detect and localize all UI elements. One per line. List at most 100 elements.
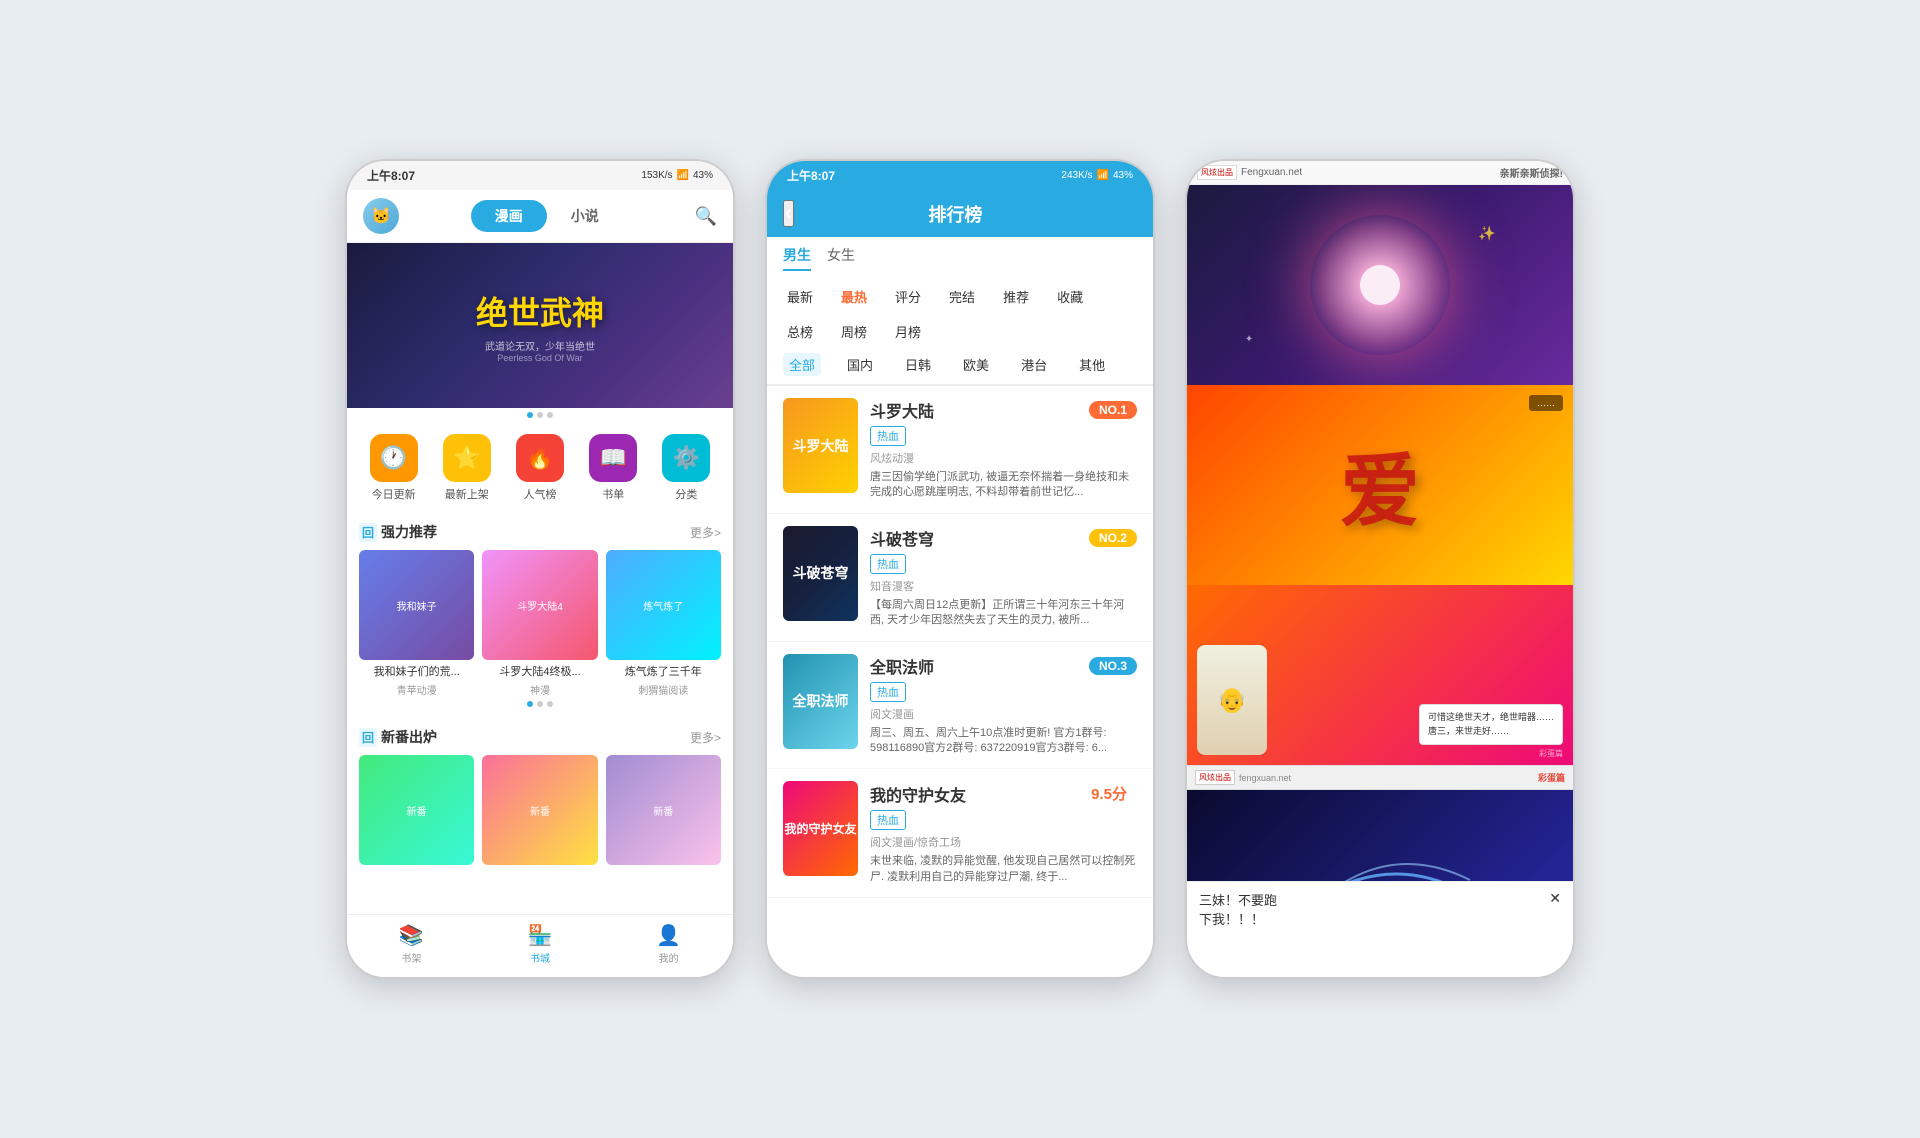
profile-label: 我的 xyxy=(659,950,679,965)
manga-card-1[interactable]: 我和妹子 我和妹子们的荒... 青苹动漫 xyxy=(359,550,474,697)
filter-collect[interactable]: 收藏 xyxy=(1053,285,1087,308)
manga-cover-6: 新番 xyxy=(606,755,721,865)
manga-cover-4: 新番 xyxy=(359,755,474,865)
phone-3: 风炫出品 Fengxuan.net 亲斯亲斯侦探! ✨ ✦ 爱 …… 👴 xyxy=(1185,159,1575,979)
rank-name-1: 斗罗大陆 xyxy=(870,398,934,422)
nav-shelf[interactable]: 📚 书架 xyxy=(399,923,424,965)
filter-month[interactable]: 月榜 xyxy=(891,320,925,343)
filter-total[interactable]: 总榜 xyxy=(783,320,817,343)
chapter-info-top: 亲斯亲斯侦探! xyxy=(1500,165,1563,180)
rdot-2 xyxy=(537,701,543,707)
new-title: 新番出炉 xyxy=(359,727,437,747)
recommend-dots xyxy=(359,697,721,711)
nav-store[interactable]: 🏪 书城 xyxy=(528,923,553,965)
banner-sub: 武道论无双，少年当绝世 Peerless God Of War xyxy=(485,338,595,363)
sparkle-1: ✨ xyxy=(1478,225,1495,242)
region-domestic[interactable]: 国内 xyxy=(841,353,879,376)
rank-cover-1: 斗罗大陆 xyxy=(783,398,858,493)
manga-cover-5: 新番 xyxy=(482,755,597,865)
rank-info-4: 我的守护女友 9.5分 热血 阅文漫画/惊奇工场 末世来临, 凌默的异能觉醒, … xyxy=(870,781,1137,885)
status-bar-2: 上午8:07 243K/s 📶 43% xyxy=(767,161,1153,190)
dot-1 xyxy=(527,412,533,418)
watermark-mid: 风炫出品 fengxuan.net 彩蛋篇 xyxy=(1187,765,1573,790)
rank-info-3: 全职法师 NO.3 热血 阅文漫画 周三、周五、周六上午10点准时更新! 官方1… xyxy=(870,654,1137,757)
sparkle-2: ✦ xyxy=(1245,334,1253,345)
rank-info-1: 斗罗大陆 NO.1 热血 风炫动漫 唐三因偷学绝门派武功, 被逼无奈怀揣着一身绝… xyxy=(870,398,1137,501)
shelf-label: 书架 xyxy=(401,950,421,965)
rank-tag-2: 热血 xyxy=(870,554,906,574)
watermark-url: Fengxuan.net xyxy=(1241,167,1302,178)
filter-row-2: 总榜 周榜 月榜 xyxy=(767,314,1153,349)
rank-item-4[interactable]: 我的守护女友 我的守护女友 9.5分 热血 阅文漫画/惊奇工场 末世来临, 凌默… xyxy=(767,769,1153,898)
quick-category[interactable]: ⚙️ 分类 xyxy=(662,434,710,502)
avatar[interactable]: 🐱 xyxy=(363,198,399,234)
phone-2: 上午8:07 243K/s 📶 43% ‹ 排行榜 男生 女生 最新 最热 评分… xyxy=(765,159,1155,979)
region-row: 全部 国内 日韩 欧美 港台 其他 xyxy=(767,349,1153,385)
nav-profile[interactable]: 👤 我的 xyxy=(656,923,681,965)
region-other[interactable]: 其他 xyxy=(1073,353,1111,376)
manga-title-1: 我和妹子们的荒... xyxy=(359,663,474,679)
rank-item-1[interactable]: 斗罗大陆 斗罗大陆 NO.1 热血 风炫动漫 唐三因偷学绝门派武功, 被逼无奈怀… xyxy=(767,386,1153,514)
rank-cover-3: 全职法师 xyxy=(783,654,858,749)
rank-desc-2: 【每周六周日12点更新】正所谓三十年河东三十年河西, 天才少年因怒然失去了天生的… xyxy=(870,598,1137,629)
dialogue-line-1: 三妹！不要跑 xyxy=(1199,890,1277,909)
section-new: 新番出炉 更多> 新番 新番 新番 xyxy=(347,719,733,872)
rank-item-3[interactable]: 全职法师 全职法师 NO.3 热血 阅文漫画 周三、周五、周六上午10点准时更新… xyxy=(767,642,1153,770)
list-icon: 📖 xyxy=(589,434,637,482)
rank-name-4: 我的守护女友 xyxy=(870,782,966,806)
filter-score[interactable]: 评分 xyxy=(891,285,925,308)
region-west[interactable]: 欧美 xyxy=(957,353,995,376)
wifi-icon-2: 📶 xyxy=(1097,170,1109,181)
rank-name-row-1: 斗罗大陆 NO.1 xyxy=(870,398,1137,422)
panel-2-speech: …… xyxy=(1529,395,1563,411)
manga-card-6[interactable]: 新番 xyxy=(606,755,721,868)
rank-list: 斗罗大陆 斗罗大陆 NO.1 热血 风炫动漫 唐三因偷学绝门派武功, 被逼无奈怀… xyxy=(767,386,1153,979)
quick-popular[interactable]: 🔥 人气榜 xyxy=(516,434,564,502)
rank-desc-4: 末世来临, 凌默的异能觉醒, 他发现自己居然可以控制死尸. 凌默利用自己的异能穿… xyxy=(870,854,1137,885)
filter-hot[interactable]: 最热 xyxy=(837,285,871,308)
new-icon: ⭐ xyxy=(443,434,491,482)
search-button[interactable]: 🔍 xyxy=(695,206,717,227)
quick-list[interactable]: 📖 书单 xyxy=(589,434,637,502)
manga-card-3[interactable]: 炼气炼了 炼气炼了三千年 刺猬猫阅读 xyxy=(606,550,721,697)
rank-name-2: 斗破苍穹 xyxy=(870,526,934,550)
close-button[interactable]: ✕ xyxy=(1549,890,1561,907)
quick-new[interactable]: ⭐ 最新上架 xyxy=(443,434,491,502)
rdot-1 xyxy=(527,701,533,707)
region-hk[interactable]: 港台 xyxy=(1015,353,1053,376)
phone-1: 上午8:07 153K/s 📶 43% 🐱 漫画 小说 🔍 绝世武神 武道论无双… xyxy=(345,159,735,979)
manga-card-2[interactable]: 斗罗大陆4 斗罗大陆4终极... 神漫 xyxy=(482,550,597,697)
rank-item-2[interactable]: 斗破苍穹 斗破苍穹 NO.2 热血 知音漫客 【每周六周日12点更新】正所谓三十… xyxy=(767,514,1153,642)
region-all[interactable]: 全部 xyxy=(783,353,821,376)
manga-card-4[interactable]: 新番 xyxy=(359,755,474,868)
filter-new[interactable]: 最新 xyxy=(783,285,817,308)
filter-recommend[interactable]: 推荐 xyxy=(999,285,1033,308)
rank-tabs: 男生 女生 最新 最热 评分 完结 推荐 收藏 总榜 周榜 月榜 全部 国内 日… xyxy=(767,237,1153,386)
rank-tag-3: 热血 xyxy=(870,682,906,702)
manga-card-5[interactable]: 新番 xyxy=(482,755,597,868)
dot-2 xyxy=(537,412,543,418)
rank-name-row-2: 斗破苍穹 NO.2 xyxy=(870,526,1137,550)
quick-today[interactable]: 🕐 今日更新 xyxy=(370,434,418,502)
popular-icon: 🔥 xyxy=(516,434,564,482)
tab-male[interactable]: 男生 xyxy=(783,245,811,271)
watermark-mid-logo: 风炫出品 xyxy=(1195,770,1235,785)
love-kanji: 爱 xyxy=(1340,427,1420,543)
battery-1: 43% xyxy=(693,170,713,181)
watermark-mid-url: fengxuan.net xyxy=(1239,773,1291,783)
tab-female[interactable]: 女生 xyxy=(827,245,855,271)
recommend-more[interactable]: 更多> xyxy=(690,524,721,541)
tab-manga[interactable]: 漫画 xyxy=(471,200,547,232)
region-japan[interactable]: 日韩 xyxy=(899,353,937,376)
bottom-nav: 📚 书架 🏪 书城 👤 我的 xyxy=(347,914,733,977)
filter-complete[interactable]: 完结 xyxy=(945,285,979,308)
watermark-logo: 风炫出品 xyxy=(1197,165,1237,180)
rank-name-row-3: 全职法师 NO.3 xyxy=(870,654,1137,678)
new-more[interactable]: 更多> xyxy=(690,729,721,746)
tab-novel[interactable]: 小说 xyxy=(547,200,623,232)
signal-1: 153K/s xyxy=(641,170,672,181)
status-icons-2: 243K/s 📶 43% xyxy=(1061,170,1133,181)
back-button[interactable]: ‹ xyxy=(783,200,794,227)
filter-week[interactable]: 周榜 xyxy=(837,320,871,343)
list-label: 书单 xyxy=(602,486,624,502)
